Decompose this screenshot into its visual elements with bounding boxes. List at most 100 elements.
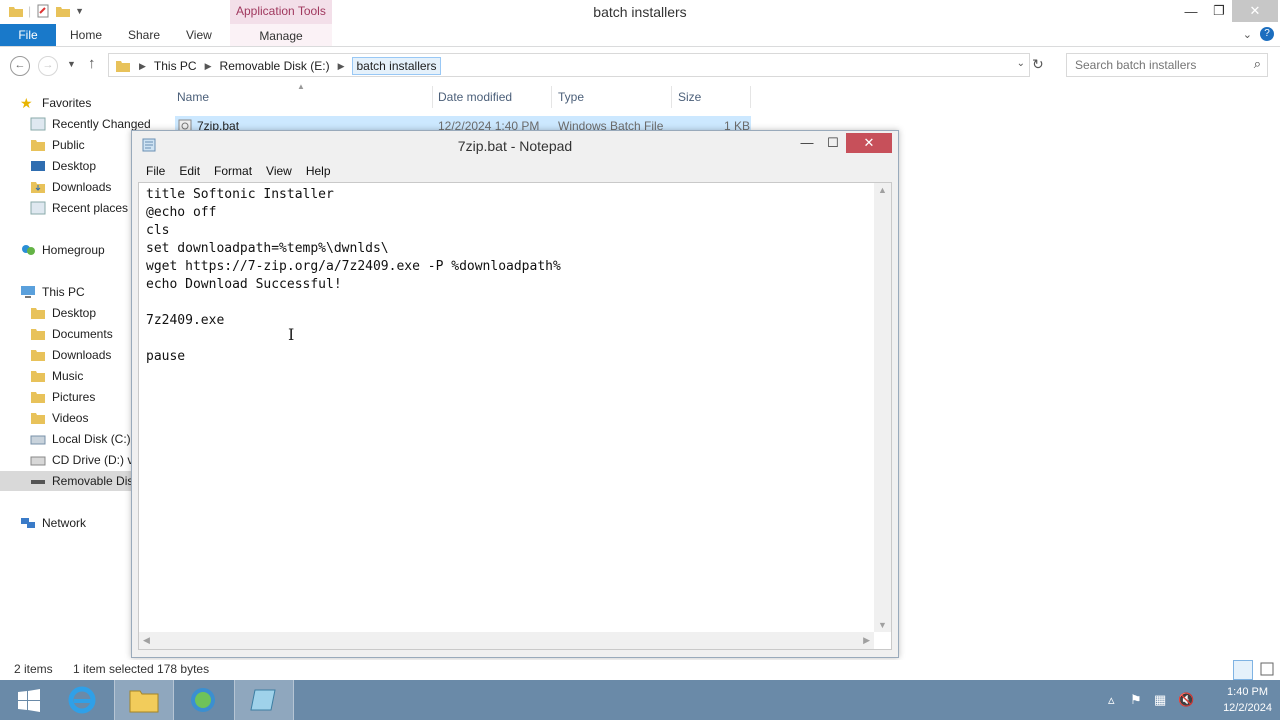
taskbar-network-app[interactable] (174, 680, 232, 720)
address-box[interactable]: ▶ This PC ▶ Removable Disk (E:) ▶ batch … (108, 53, 1030, 77)
explorer-titlebar: | ▼ Application Tools batch installers —… (0, 0, 1280, 24)
nav-homegroup[interactable]: Homegroup (20, 243, 105, 257)
folder-icon (116, 61, 130, 72)
computer-icon (21, 286, 35, 298)
documents-folder-icon (31, 329, 45, 340)
minimize-button[interactable]: — (1176, 0, 1206, 22)
nav-recently-changed[interactable]: Recently Changed (30, 117, 151, 131)
search-icon[interactable]: ⌕ (1254, 56, 1261, 72)
network-icon (21, 518, 35, 528)
nav-cd-drive[interactable]: CD Drive (D:) vi (30, 453, 132, 467)
tab-view[interactable]: View (186, 28, 212, 42)
nav-favorites[interactable]: ★ Favorites (20, 96, 91, 110)
scroll-down-icon[interactable]: ▼ (878, 620, 887, 630)
drive-icon (30, 435, 46, 445)
notepad-close-button[interactable]: ✕ (846, 133, 892, 153)
help-icon[interactable]: ? (1260, 27, 1274, 41)
start-button[interactable] (0, 680, 58, 720)
text-cursor-icon: I (288, 325, 295, 344)
recent-locations-chevron-icon[interactable]: ▼ (67, 59, 76, 69)
folder-icon (31, 308, 45, 319)
nav-recent-places[interactable]: Recent places (30, 201, 128, 215)
column-header-type[interactable]: Type (558, 90, 584, 104)
action-center-flag-icon[interactable]: ⚑ (1130, 692, 1142, 708)
column-header-size[interactable]: Size (678, 90, 701, 104)
nav-removable-disk[interactable]: Removable Dis (0, 471, 132, 491)
notepad-window[interactable]: 7zip.bat - Notepad — ☐ ✕ File Edit Forma… (131, 130, 899, 658)
tab-home[interactable]: Home (70, 28, 102, 42)
column-divider[interactable] (551, 86, 552, 108)
breadcrumb-this-pc[interactable]: This PC (154, 59, 197, 73)
nav-pc-desktop[interactable]: Desktop (30, 306, 96, 320)
nav-network[interactable]: Network (20, 516, 86, 530)
refresh-icon[interactable]: ↻ (1032, 56, 1044, 73)
nav-public[interactable]: Public (30, 138, 85, 152)
nav-this-pc[interactable]: This PC (20, 285, 85, 299)
downloads-folder-icon (31, 350, 45, 361)
column-divider[interactable] (432, 86, 433, 108)
notepad-menubar: File Edit Format View Help (139, 162, 338, 180)
taskbar-file-explorer[interactable] (114, 680, 174, 720)
nav-desktop[interactable]: Desktop (30, 159, 96, 173)
nav-local-disk[interactable]: Local Disk (C:) (30, 432, 131, 446)
menu-view[interactable]: View (259, 162, 299, 180)
scroll-right-icon[interactable]: ▶ (863, 635, 870, 646)
breadcrumb-removable-disk[interactable]: Removable Disk (E:) (220, 59, 330, 73)
scroll-left-icon[interactable]: ◀ (143, 635, 150, 646)
menu-edit[interactable]: Edit (172, 162, 207, 180)
search-box[interactable]: ⌕ (1066, 53, 1268, 77)
forward-button[interactable]: → (38, 56, 58, 76)
column-divider[interactable] (671, 86, 672, 108)
nav-pc-downloads[interactable]: Downloads (30, 348, 111, 362)
nav-music[interactable]: Music (30, 369, 83, 383)
column-divider[interactable] (750, 86, 751, 108)
nav-label: Music (52, 369, 84, 383)
nav-pictures[interactable]: Pictures (30, 390, 95, 404)
network-tray-icon[interactable]: ▦ (1154, 692, 1166, 708)
nav-videos[interactable]: Videos (30, 411, 88, 425)
nav-documents[interactable]: Documents (30, 327, 113, 341)
back-button[interactable]: ← (10, 56, 30, 76)
menu-file[interactable]: File (139, 162, 172, 180)
notepad-text-area[interactable]: title Softonic Installer @echo off cls s… (138, 182, 892, 650)
volume-muted-icon[interactable]: 🔇 (1178, 692, 1194, 708)
column-header-date-modified[interactable]: Date modified (438, 90, 512, 104)
vertical-scrollbar[interactable]: ▲ ▼ (874, 183, 891, 632)
menu-format[interactable]: Format (207, 162, 259, 180)
status-bar: 2 items 1 item selected 178 bytes (0, 660, 1280, 680)
scroll-up-icon[interactable]: ▲ (878, 185, 887, 195)
system-clock[interactable]: 1:40 PM 12/2/2024 (1223, 684, 1272, 716)
folder-icon (31, 140, 45, 151)
taskbar-internet-explorer[interactable] (53, 680, 111, 720)
notepad-maximize-button[interactable]: ☐ (820, 133, 846, 153)
nav-label: Network (42, 516, 87, 530)
expand-ribbon-chevron-icon[interactable]: ⌄ (1243, 28, 1252, 41)
large-icons-view-icon[interactable] (1259, 661, 1275, 677)
nav-label: Desktop (52, 159, 97, 173)
notepad-titlebar[interactable]: 7zip.bat - Notepad — ☐ ✕ (132, 131, 898, 158)
search-input[interactable] (1073, 57, 1237, 73)
show-hidden-icons-icon[interactable]: ▵ (1108, 692, 1115, 708)
address-dropdown-chevron-icon[interactable]: ⌄ (1017, 58, 1025, 69)
notepad-minimize-button[interactable]: — (794, 133, 820, 153)
nav-downloads[interactable]: Downloads (30, 180, 111, 194)
nav-label: Homegroup (42, 243, 105, 257)
menu-help[interactable]: Help (299, 162, 338, 180)
tab-manage[interactable]: Manage (230, 24, 332, 46)
downloads-folder-icon (31, 182, 45, 193)
breadcrumb-batch-installers[interactable]: batch installers (352, 57, 441, 75)
tab-share[interactable]: Share (128, 28, 160, 42)
column-header-name[interactable]: Name (177, 90, 209, 104)
pictures-folder-icon (31, 392, 45, 403)
notepad-icon (250, 689, 276, 711)
navigation-pane: ★ Favorites Recently Changed Public Desk… (0, 88, 151, 648)
close-button[interactable]: ✕ (1232, 0, 1278, 22)
taskbar-notepad[interactable] (234, 680, 294, 720)
notepad-content[interactable]: title Softonic Installer @echo off cls s… (146, 186, 561, 366)
up-button[interactable]: ↑ (88, 55, 96, 72)
tab-file[interactable]: File (0, 24, 56, 46)
horizontal-scrollbar[interactable]: ◀ ▶ (139, 632, 874, 649)
maximize-button[interactable]: ❐ (1204, 0, 1234, 22)
sort-ascending-icon: ▲ (297, 82, 305, 91)
details-view-icon[interactable] (1233, 660, 1253, 680)
